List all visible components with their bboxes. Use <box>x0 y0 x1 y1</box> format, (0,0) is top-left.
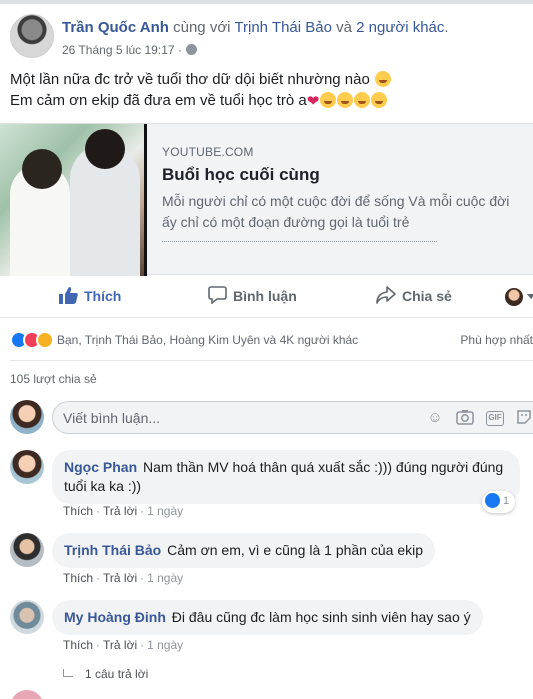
post-text-line-2: Em cảm ơn ekip đã đưa em về tuổi học trò… <box>10 90 530 112</box>
camera-icon[interactable] <box>456 409 474 427</box>
post-header-line: Trần Quốc Anh cùng với Trịnh Thái Bảo và… <box>62 19 449 36</box>
separator-dot: · <box>96 504 101 518</box>
reactions-people[interactable]: Bạn, Trịnh Thái Bảo, Hoàng Kim Uyên và 4… <box>57 333 358 347</box>
haha-reaction-icon[interactable] <box>36 331 54 349</box>
commenter-avatar[interactable] <box>10 533 44 567</box>
globe-icon[interactable] <box>185 44 197 55</box>
camera-svg <box>456 410 474 425</box>
kiss-emoji-icon <box>354 92 371 108</box>
chevron-down-icon[interactable] <box>527 294 533 299</box>
post-action-bar: Thích Bình luận Chia sẻ <box>0 276 533 318</box>
separator-dot: · <box>96 571 101 585</box>
like-reaction-icon <box>485 493 500 508</box>
with-text: cùng với <box>168 19 235 36</box>
top-divider <box>0 0 533 4</box>
tagged-user-link[interactable]: Trịnh Thái Bảo <box>234 19 332 36</box>
comment-sort-dropdown[interactable]: Phù hợp nhất <box>460 333 533 347</box>
sticker-icon[interactable] <box>515 409 533 427</box>
like-label: Thích <box>84 288 122 304</box>
comment-bubble: My Hoàng Đinh Đi đâu cũng đc làm học sin… <box>52 600 483 635</box>
emoji-icon[interactable]: ☺ <box>426 409 444 427</box>
shares-count[interactable]: 105 lượt chia sẻ <box>10 372 97 386</box>
post-text-2: Em cảm ơn ekip đã đưa em về tuổi học trò… <box>10 92 307 109</box>
view-replies-link[interactable]: 1 câu trả lời <box>63 667 148 681</box>
link-description: Mỗi người chỉ có một cuộc đời để sống Và… <box>162 191 533 233</box>
thumbnail-figure <box>22 149 62 189</box>
separator-dot: · <box>140 638 145 652</box>
others-link[interactable]: 2 người khác <box>356 19 444 36</box>
comment-actions: Thích · Trả lời · 1 ngày <box>63 571 183 585</box>
gif-icon[interactable]: GIF <box>486 411 504 426</box>
hug-emoji-icon <box>371 92 388 108</box>
thumbnail-figure <box>85 129 125 169</box>
reaction-profile-avatar[interactable] <box>505 288 523 306</box>
comment-reaction-count[interactable]: 1 <box>482 491 516 513</box>
link-title[interactable]: Buổi học cuối cùng <box>162 165 320 185</box>
video-thumbnail[interactable] <box>0 124 147 276</box>
like-button[interactable]: Thích <box>58 286 121 304</box>
post-text-1: Một lần nữa đc trở về tuổi thơ dữ dội bi… <box>10 71 370 88</box>
commenter-avatar[interactable] <box>10 600 44 634</box>
reaction-count: 1 <box>503 495 510 507</box>
post-timestamp[interactable]: 26 Tháng 5 lúc 19:17 · <box>62 43 182 57</box>
link-description-line: Mỗi người chỉ có một cuộc đời để sống Và… <box>162 193 510 209</box>
sticker-svg <box>517 410 531 424</box>
comment-time[interactable]: 1 ngày <box>147 571 183 585</box>
comment-input[interactable] <box>63 409 393 427</box>
and-text: và <box>331 19 357 36</box>
divider <box>10 360 533 361</box>
replies-count-label: 1 câu trả lời <box>85 667 149 681</box>
reactions-summary: Bạn, Trịnh Thái Bảo, Hoàng Kim Uyên và 4… <box>10 331 533 351</box>
author-name[interactable]: Trần Quốc Anh <box>62 19 169 36</box>
thumbs-up-icon <box>59 287 78 304</box>
kiss-emoji-icon <box>337 92 354 108</box>
author-avatar[interactable] <box>10 14 54 58</box>
link-divider <box>162 241 437 242</box>
comment-bubble: Ngọc Phan Nam thần MV hoá thân quá xuất … <box>52 450 520 504</box>
comment-like-link[interactable]: Thích <box>63 504 93 518</box>
commenter-name[interactable]: My Hoàng Đinh <box>64 609 166 625</box>
heart-emoji-icon: ❤ <box>306 93 320 110</box>
separator-dot: · <box>96 638 101 652</box>
comment-text: Nam thần MV hoá thân quá xuất sắc :))) đ… <box>143 459 504 475</box>
link-description-line: ấy chỉ có một đoạn đường gọi là tuổi trẻ <box>162 214 410 230</box>
commenter-name[interactable]: Ngọc Phan <box>64 459 137 475</box>
post-text-line-1: Một lần nữa đc trở về tuổi thơ dữ dội bi… <box>10 69 530 90</box>
commenter-avatar[interactable] <box>10 690 44 699</box>
separator-dot: · <box>140 571 145 585</box>
comment-time[interactable]: 1 ngày <box>147 638 183 652</box>
link-preview-card[interactable]: YOUTUBE.COM Buổi học cuối cùng Mỗi người… <box>0 123 533 276</box>
period-text: . <box>444 19 449 36</box>
separator-dot: · <box>140 504 145 518</box>
commenter-name[interactable]: Trịnh Thái Bảo <box>64 542 161 558</box>
post-meta: 26 Tháng 5 lúc 19:17 · <box>62 43 197 57</box>
comment-reply-link[interactable]: Trả lời <box>103 504 137 518</box>
post-body: Một lần nữa đc trở về tuổi thơ dữ dội bi… <box>10 69 530 112</box>
comment-like-link[interactable]: Thích <box>63 638 93 652</box>
comment-time[interactable]: 1 ngày <box>147 504 183 518</box>
comment-actions: Thích · Trả lời · 1 ngày <box>63 638 183 652</box>
comment-text: Đi đâu cũng đc làm học sinh sinh viên ha… <box>171 609 471 625</box>
share-button[interactable]: Chia sẻ <box>376 286 452 304</box>
rofl-emoji-icon <box>375 71 392 87</box>
commenter-avatar[interactable] <box>10 450 44 484</box>
comment-reply-link[interactable]: Trả lời <box>103 638 137 652</box>
comment-composer: ☺ GIF <box>52 401 533 434</box>
reply-arrow-icon <box>63 669 73 677</box>
comment-text: tuổi ka ka :)) <box>64 478 142 494</box>
user-avatar <box>10 400 44 434</box>
comment-like-link[interactable]: Thích <box>63 571 93 585</box>
comment-text: Cảm ơn em, vì e cũng là 1 phần của ekip <box>167 542 424 558</box>
comment-button[interactable]: Bình luận <box>208 286 297 304</box>
kiss-emoji-icon <box>320 92 337 108</box>
link-domain: YOUTUBE.COM <box>162 145 254 159</box>
share-icon <box>376 286 396 304</box>
comment-reply-link[interactable]: Trả lời <box>103 571 137 585</box>
comment-bubble: Trịnh Thái Bảo Cảm ơn em, vì e cũng là 1… <box>52 533 436 568</box>
comment-icon <box>208 286 227 304</box>
comment-label: Bình luận <box>233 288 297 304</box>
share-label: Chia sẻ <box>402 288 452 304</box>
comment-actions: Thích · Trả lời · 1 ngày <box>63 504 183 518</box>
